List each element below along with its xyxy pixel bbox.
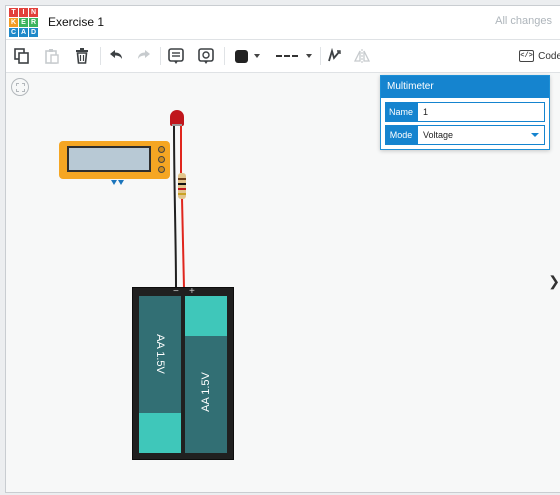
toolbar: </> Code xyxy=(6,40,560,73)
multimeter[interactable] xyxy=(59,141,170,179)
battery-cell: AA 1.5V xyxy=(185,296,227,453)
component-inspector: Multimeter Name 1 Mode Voltage xyxy=(380,75,550,150)
project-title[interactable]: Exercise 1 xyxy=(48,15,104,29)
chevron-down-icon xyxy=(531,133,539,137)
resistor-band xyxy=(178,188,186,190)
toolbar-divider xyxy=(224,47,225,65)
resistor-band xyxy=(178,178,186,180)
resistor-band xyxy=(178,183,186,185)
paste-icon[interactable] xyxy=(42,45,62,67)
mode-row: Mode Voltage xyxy=(385,125,545,145)
rotate-icon[interactable] xyxy=(324,45,344,67)
line-style-picker[interactable] xyxy=(271,45,317,67)
probe-marker[interactable] xyxy=(118,180,124,185)
inspector-title: Multimeter xyxy=(381,76,549,98)
toolbar-divider xyxy=(160,47,161,65)
save-status: All changes xyxy=(495,15,552,27)
chevron-down-icon xyxy=(306,54,312,58)
battery-cell-cap xyxy=(185,296,227,336)
tinkercad-logo[interactable]: T I N K E R C A D xyxy=(9,8,38,37)
resistor-band xyxy=(178,193,186,195)
battery-cell-label: AA 1.5V xyxy=(200,372,212,412)
chevron-down-icon xyxy=(253,54,260,58)
code-button[interactable]: </> Code xyxy=(519,45,560,67)
multimeter-port[interactable] xyxy=(158,156,165,163)
name-row: Name 1 xyxy=(385,102,545,122)
top-bar: T I N K E R C A D Exercise 1 All changes xyxy=(6,6,560,40)
name-field[interactable]: 1 xyxy=(417,102,545,122)
delete-icon[interactable] xyxy=(72,45,92,67)
mode-label: Mode xyxy=(385,125,417,145)
color-picker[interactable] xyxy=(229,45,265,67)
multimeter-display xyxy=(67,146,151,172)
copy-icon[interactable] xyxy=(12,45,32,67)
multimeter-port[interactable] xyxy=(158,146,165,153)
battery-pack[interactable]: − + AA 1.5V AA 1.5V xyxy=(132,286,234,460)
chevron-right-icon[interactable]: ❯ xyxy=(548,273,560,290)
app-window: T I N K E R C A D Exercise 1 All changes xyxy=(5,5,560,493)
notes-toggle-icon[interactable] xyxy=(195,45,217,67)
mode-select[interactable]: Voltage xyxy=(417,125,545,145)
led-legs xyxy=(172,124,182,126)
toolbar-divider xyxy=(100,47,101,65)
line-style-preview xyxy=(276,55,298,57)
flip-icon[interactable] xyxy=(352,45,372,67)
zoom-fit-icon[interactable] xyxy=(11,78,29,96)
resistor[interactable] xyxy=(178,173,186,199)
battery-cell-label: AA 1.5V xyxy=(154,334,166,374)
redo-icon[interactable] xyxy=(134,45,154,67)
probe-marker[interactable] xyxy=(111,180,117,185)
battery-cell-cap xyxy=(139,413,181,453)
note-icon[interactable] xyxy=(165,45,187,67)
toolbar-divider xyxy=(320,47,321,65)
undo-icon[interactable] xyxy=(106,45,126,67)
battery-cell: AA 1.5V xyxy=(139,296,181,453)
mode-value: Voltage xyxy=(423,130,454,140)
color-swatch xyxy=(234,49,248,63)
name-label: Name xyxy=(385,102,417,122)
code-icon: </> xyxy=(519,50,535,62)
code-label: Code xyxy=(538,50,560,62)
multimeter-port[interactable] xyxy=(158,166,165,173)
